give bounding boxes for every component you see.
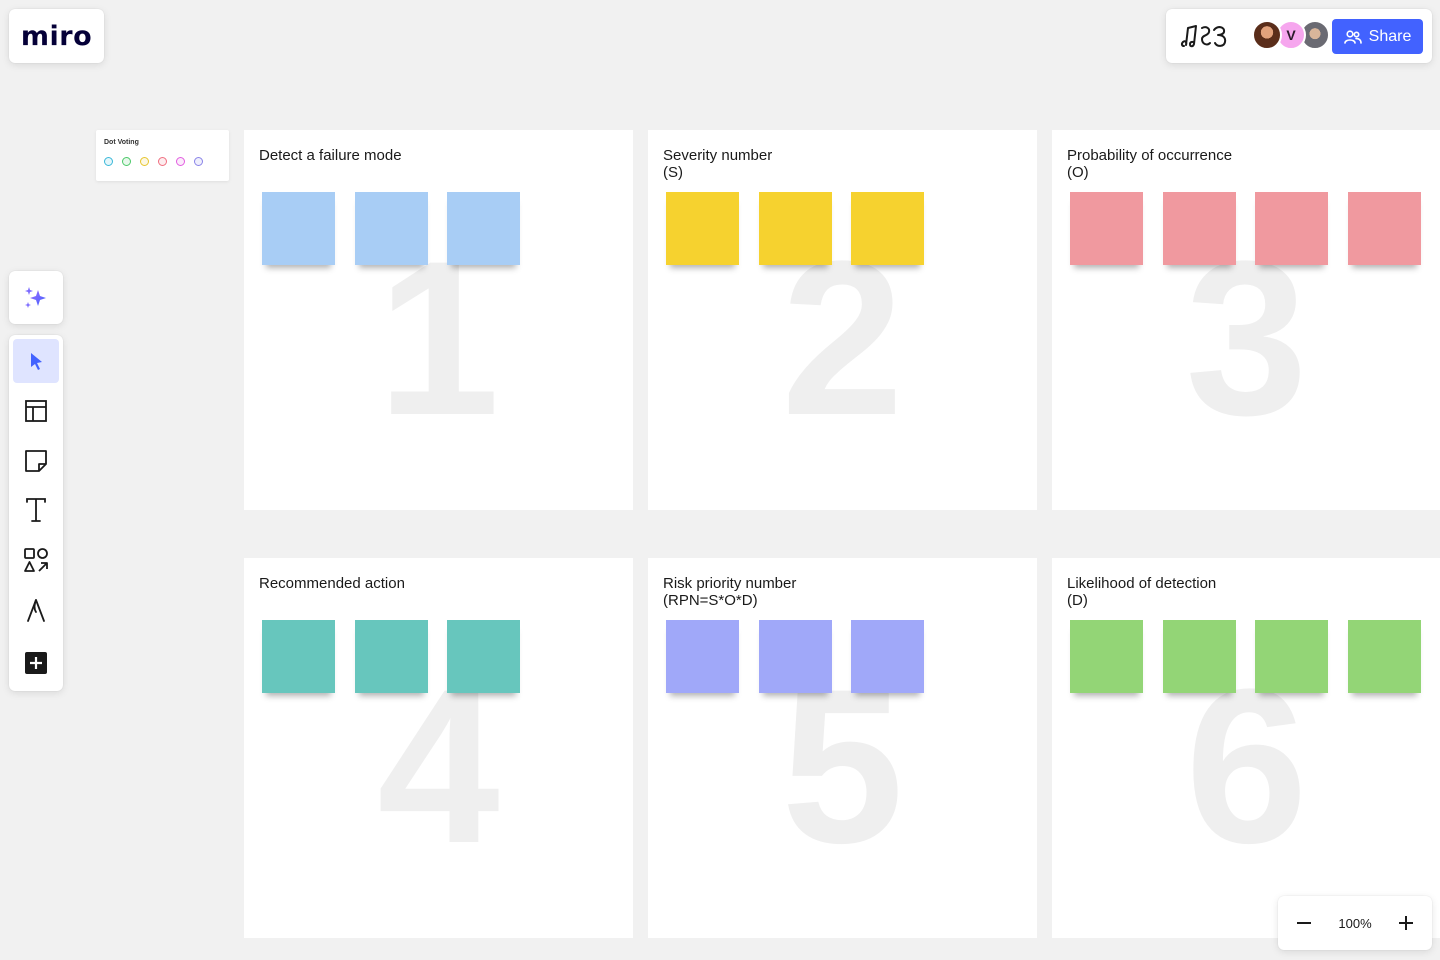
more-tools-button[interactable] [13,641,59,685]
sticky-note[interactable] [759,192,832,265]
miro-logo[interactable]: miro [9,9,104,63]
logo-text: miro [20,20,93,52]
frame-3[interactable]: 3 Probability of occurrence (O) [1052,130,1440,510]
sticky-note[interactable] [1255,620,1328,693]
frame-2[interactable]: 2 Severity number (S) [648,130,1037,510]
collaboration-bar: V Share [1166,9,1432,63]
sticky-note[interactable] [262,192,335,265]
sticky-note[interactable] [1163,620,1236,693]
frame-title[interactable]: Likelihood of detection (D) [1067,575,1216,609]
plus-icon [1399,916,1413,930]
shapes-icon [24,548,48,572]
frame-title[interactable]: Severity number (S) [663,147,772,181]
frame-title[interactable]: Detect a failure mode [259,147,402,164]
voting-dot[interactable] [158,157,167,166]
cursor-icon [31,353,42,370]
sticky-note[interactable] [1070,192,1143,265]
avatar-1[interactable] [1252,20,1282,50]
voting-dot[interactable] [140,157,149,166]
text-tool[interactable] [13,488,59,532]
frame-title[interactable]: Recommended action [259,575,405,592]
voting-dot[interactable] [122,157,131,166]
sticky-note[interactable] [355,192,428,265]
share-label: Share [1368,27,1412,45]
layout-icon [25,400,47,422]
sticky-note[interactable] [1255,192,1328,265]
pen-icon [27,599,45,622]
zoom-out-button[interactable] [1294,913,1314,933]
minus-icon [1297,922,1311,924]
frame-title[interactable]: Probability of occurrence (O) [1067,147,1232,181]
sticky-note[interactable] [447,192,520,265]
sticky-note[interactable] [851,620,924,693]
frame-6[interactable]: 6 Likelihood of detection (D) [1052,558,1440,938]
sticky-note[interactable] [1348,620,1421,693]
dot-voting-widget[interactable]: Dot Voting [96,130,229,181]
collaborator-avatars[interactable]: V [1252,20,1330,52]
zoom-controls: 100% [1278,896,1432,950]
voting-dot[interactable] [194,157,203,166]
avatar-initial: V [1286,27,1296,43]
sticky-note-tool[interactable] [13,439,59,483]
sticky-note[interactable] [1070,620,1143,693]
sticky-note[interactable] [262,620,335,693]
users-icon [1343,29,1362,44]
ai-assistant-button[interactable] [9,271,63,324]
templates-tool[interactable] [13,389,59,433]
shapes-tool[interactable] [13,538,59,582]
voting-dot[interactable] [176,157,185,166]
sticky-note[interactable] [759,620,832,693]
sticky-note[interactable] [851,192,924,265]
sticky-note[interactable] [666,192,739,265]
dot-voting-title: Dot Voting [104,139,139,146]
pen-tool[interactable] [13,588,59,632]
share-button[interactable]: Share [1332,19,1423,54]
zoom-level[interactable]: 100% [1338,916,1371,931]
sticky-note-icon [25,450,47,472]
text-icon [26,498,46,522]
sticky-note[interactable] [355,620,428,693]
voting-dots [104,157,203,166]
sticky-note[interactable] [666,620,739,693]
frame-5[interactable]: 5 Risk priority number (RPN=S*O*D) [648,558,1037,938]
select-tool[interactable] [13,339,59,383]
zoom-in-button[interactable] [1396,913,1416,933]
sticky-note[interactable] [1163,192,1236,265]
frame-1[interactable]: 1 Detect a failure mode [244,130,633,510]
creation-toolbar [9,335,63,691]
music-notes-board-icon[interactable] [1180,22,1232,50]
sticky-note[interactable] [447,620,520,693]
sticky-note[interactable] [1348,192,1421,265]
plus-square-icon [25,652,47,674]
voting-dot[interactable] [104,157,113,166]
sparkles-icon [25,286,46,308]
frame-4[interactable]: 4 Recommended action [244,558,633,938]
frame-title[interactable]: Risk priority number (RPN=S*O*D) [663,575,796,609]
